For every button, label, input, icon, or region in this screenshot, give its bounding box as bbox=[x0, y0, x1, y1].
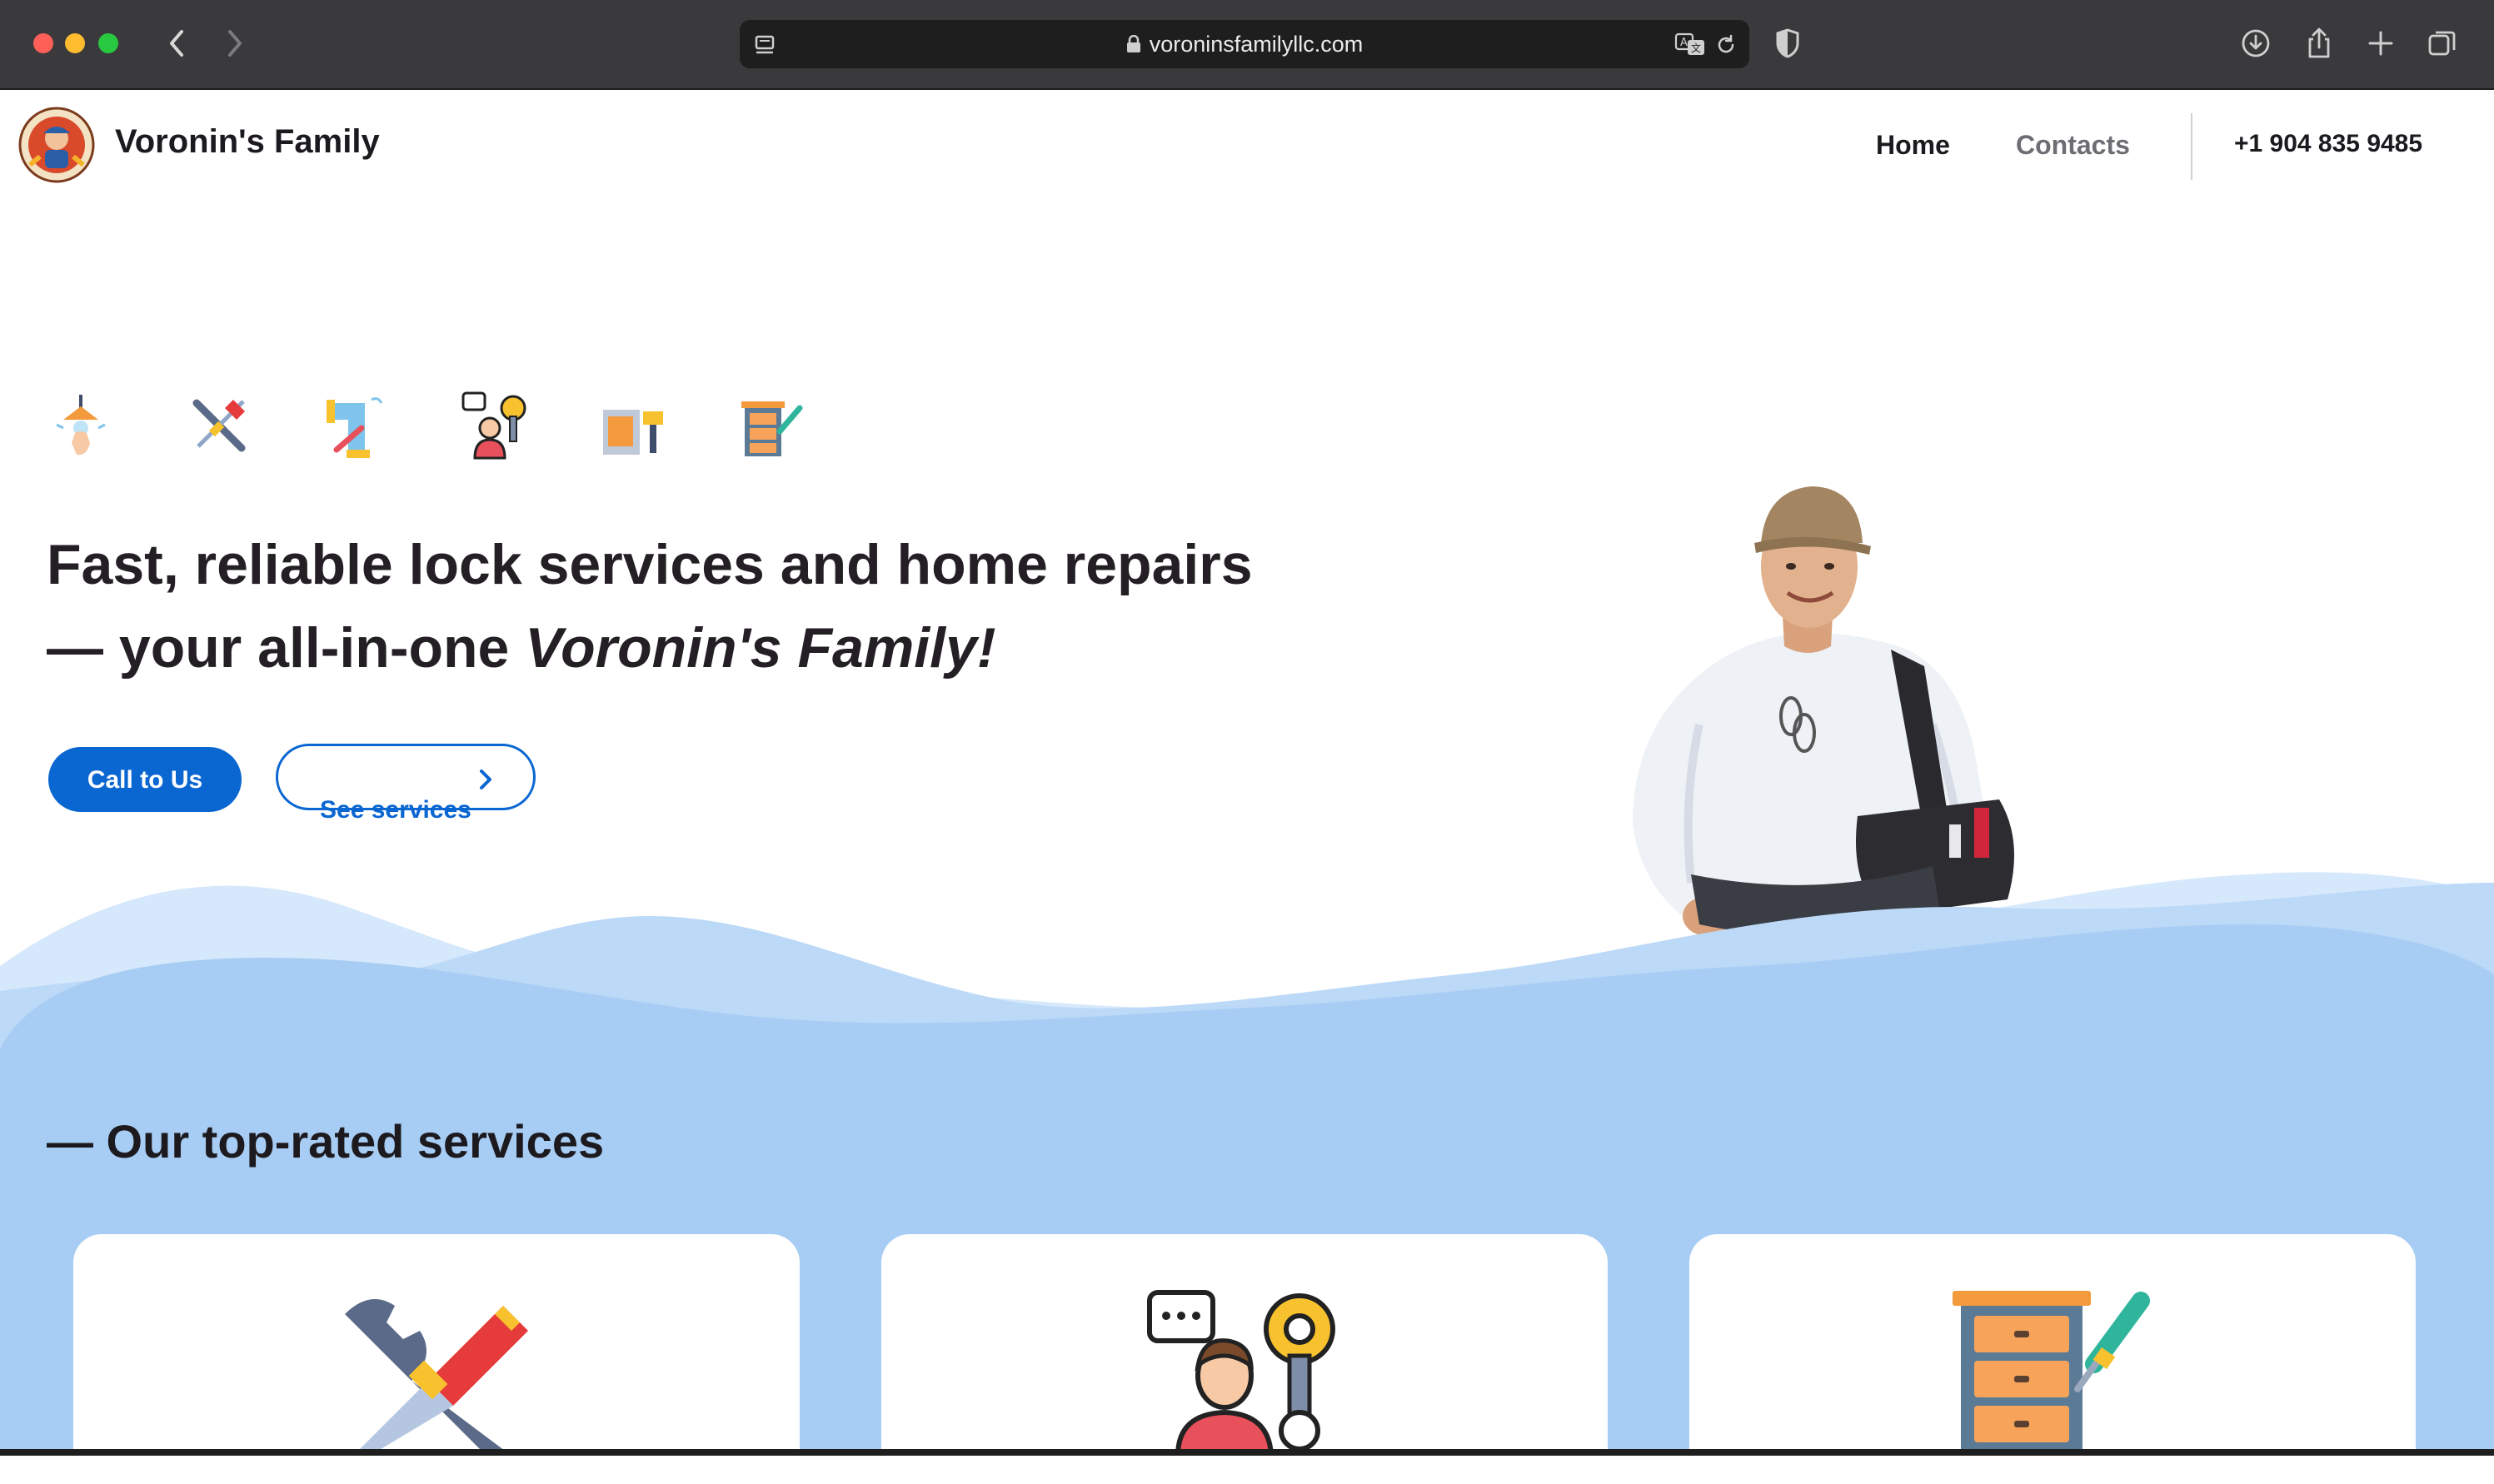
tools-icon bbox=[192, 399, 246, 452]
shield-icon[interactable] bbox=[1769, 25, 1806, 62]
chevron-right-icon bbox=[480, 769, 491, 789]
plumbing-icon bbox=[327, 397, 383, 458]
hero-title: Fast, reliable lock services and home re… bbox=[47, 523, 1396, 690]
services-heading: — Our top-rated services bbox=[47, 1115, 605, 1168]
furniture-icon bbox=[741, 401, 803, 456]
see-services-button[interactable]: See services bbox=[276, 744, 536, 824]
nav-divider bbox=[2191, 113, 2192, 180]
tab-overview-icon[interactable] bbox=[2424, 25, 2461, 62]
url-text: voroninsfamilyllc.com bbox=[1149, 32, 1364, 57]
site-header: Voronin's Family Home Contacts +1 904 83… bbox=[0, 90, 2494, 200]
share-icon[interactable] bbox=[2301, 25, 2337, 62]
service-card[interactable] bbox=[881, 1234, 1608, 1484]
lock-icon bbox=[1126, 35, 1140, 52]
window-bottom-edge bbox=[0, 1449, 2494, 1456]
browser-toolbar: voroninsfamilyllc.com A 文 bbox=[0, 0, 2494, 90]
address-bar[interactable]: voroninsfamilyllc.com A 文 bbox=[740, 20, 1749, 68]
company-logo[interactable] bbox=[18, 107, 95, 183]
ceiling-lamp-icon bbox=[56, 395, 106, 456]
nav-contacts-link[interactable]: Contacts bbox=[2016, 130, 2130, 161]
technician-icon bbox=[461, 391, 526, 460]
dresser-screwdriver-icon bbox=[1953, 1291, 2150, 1456]
zoom-window-button[interactable] bbox=[98, 33, 118, 53]
wrench-screwdriver-icon bbox=[345, 1299, 528, 1456]
service-card[interactable] bbox=[73, 1234, 800, 1484]
translate-icon[interactable]: A 文 bbox=[1674, 32, 1708, 57]
call-to-us-button[interactable]: Call to Us bbox=[48, 747, 242, 812]
hero-title-line1: Fast, reliable lock services and home re… bbox=[47, 533, 1253, 596]
nav-home-link[interactable]: Home bbox=[1876, 130, 1950, 161]
hero-service-icons bbox=[47, 391, 830, 466]
minimize-window-button[interactable] bbox=[65, 33, 85, 53]
hero-title-line2-prefix: — your all-in-one bbox=[47, 616, 526, 680]
brand-name[interactable]: Voronin's Family bbox=[115, 123, 380, 161]
phone-link[interactable]: +1 904 835 9485 bbox=[2234, 130, 2422, 158]
paint-icon bbox=[603, 410, 663, 455]
reload-icon[interactable] bbox=[1714, 33, 1738, 57]
download-icon[interactable] bbox=[2237, 25, 2274, 62]
svg-text:文: 文 bbox=[1691, 42, 1701, 54]
close-window-button[interactable] bbox=[33, 33, 53, 53]
hero-wave-background bbox=[0, 872, 2494, 1066]
technician-icon bbox=[1147, 1290, 1335, 1456]
new-tab-icon[interactable] bbox=[2362, 25, 2399, 62]
back-icon[interactable] bbox=[158, 23, 195, 63]
forward-icon[interactable] bbox=[217, 23, 253, 63]
hero-title-brand: Voronin's Family! bbox=[525, 616, 996, 680]
see-services-label: See services bbox=[320, 796, 471, 824]
service-card[interactable] bbox=[1689, 1234, 2416, 1484]
svg-text:A: A bbox=[1680, 37, 1688, 49]
